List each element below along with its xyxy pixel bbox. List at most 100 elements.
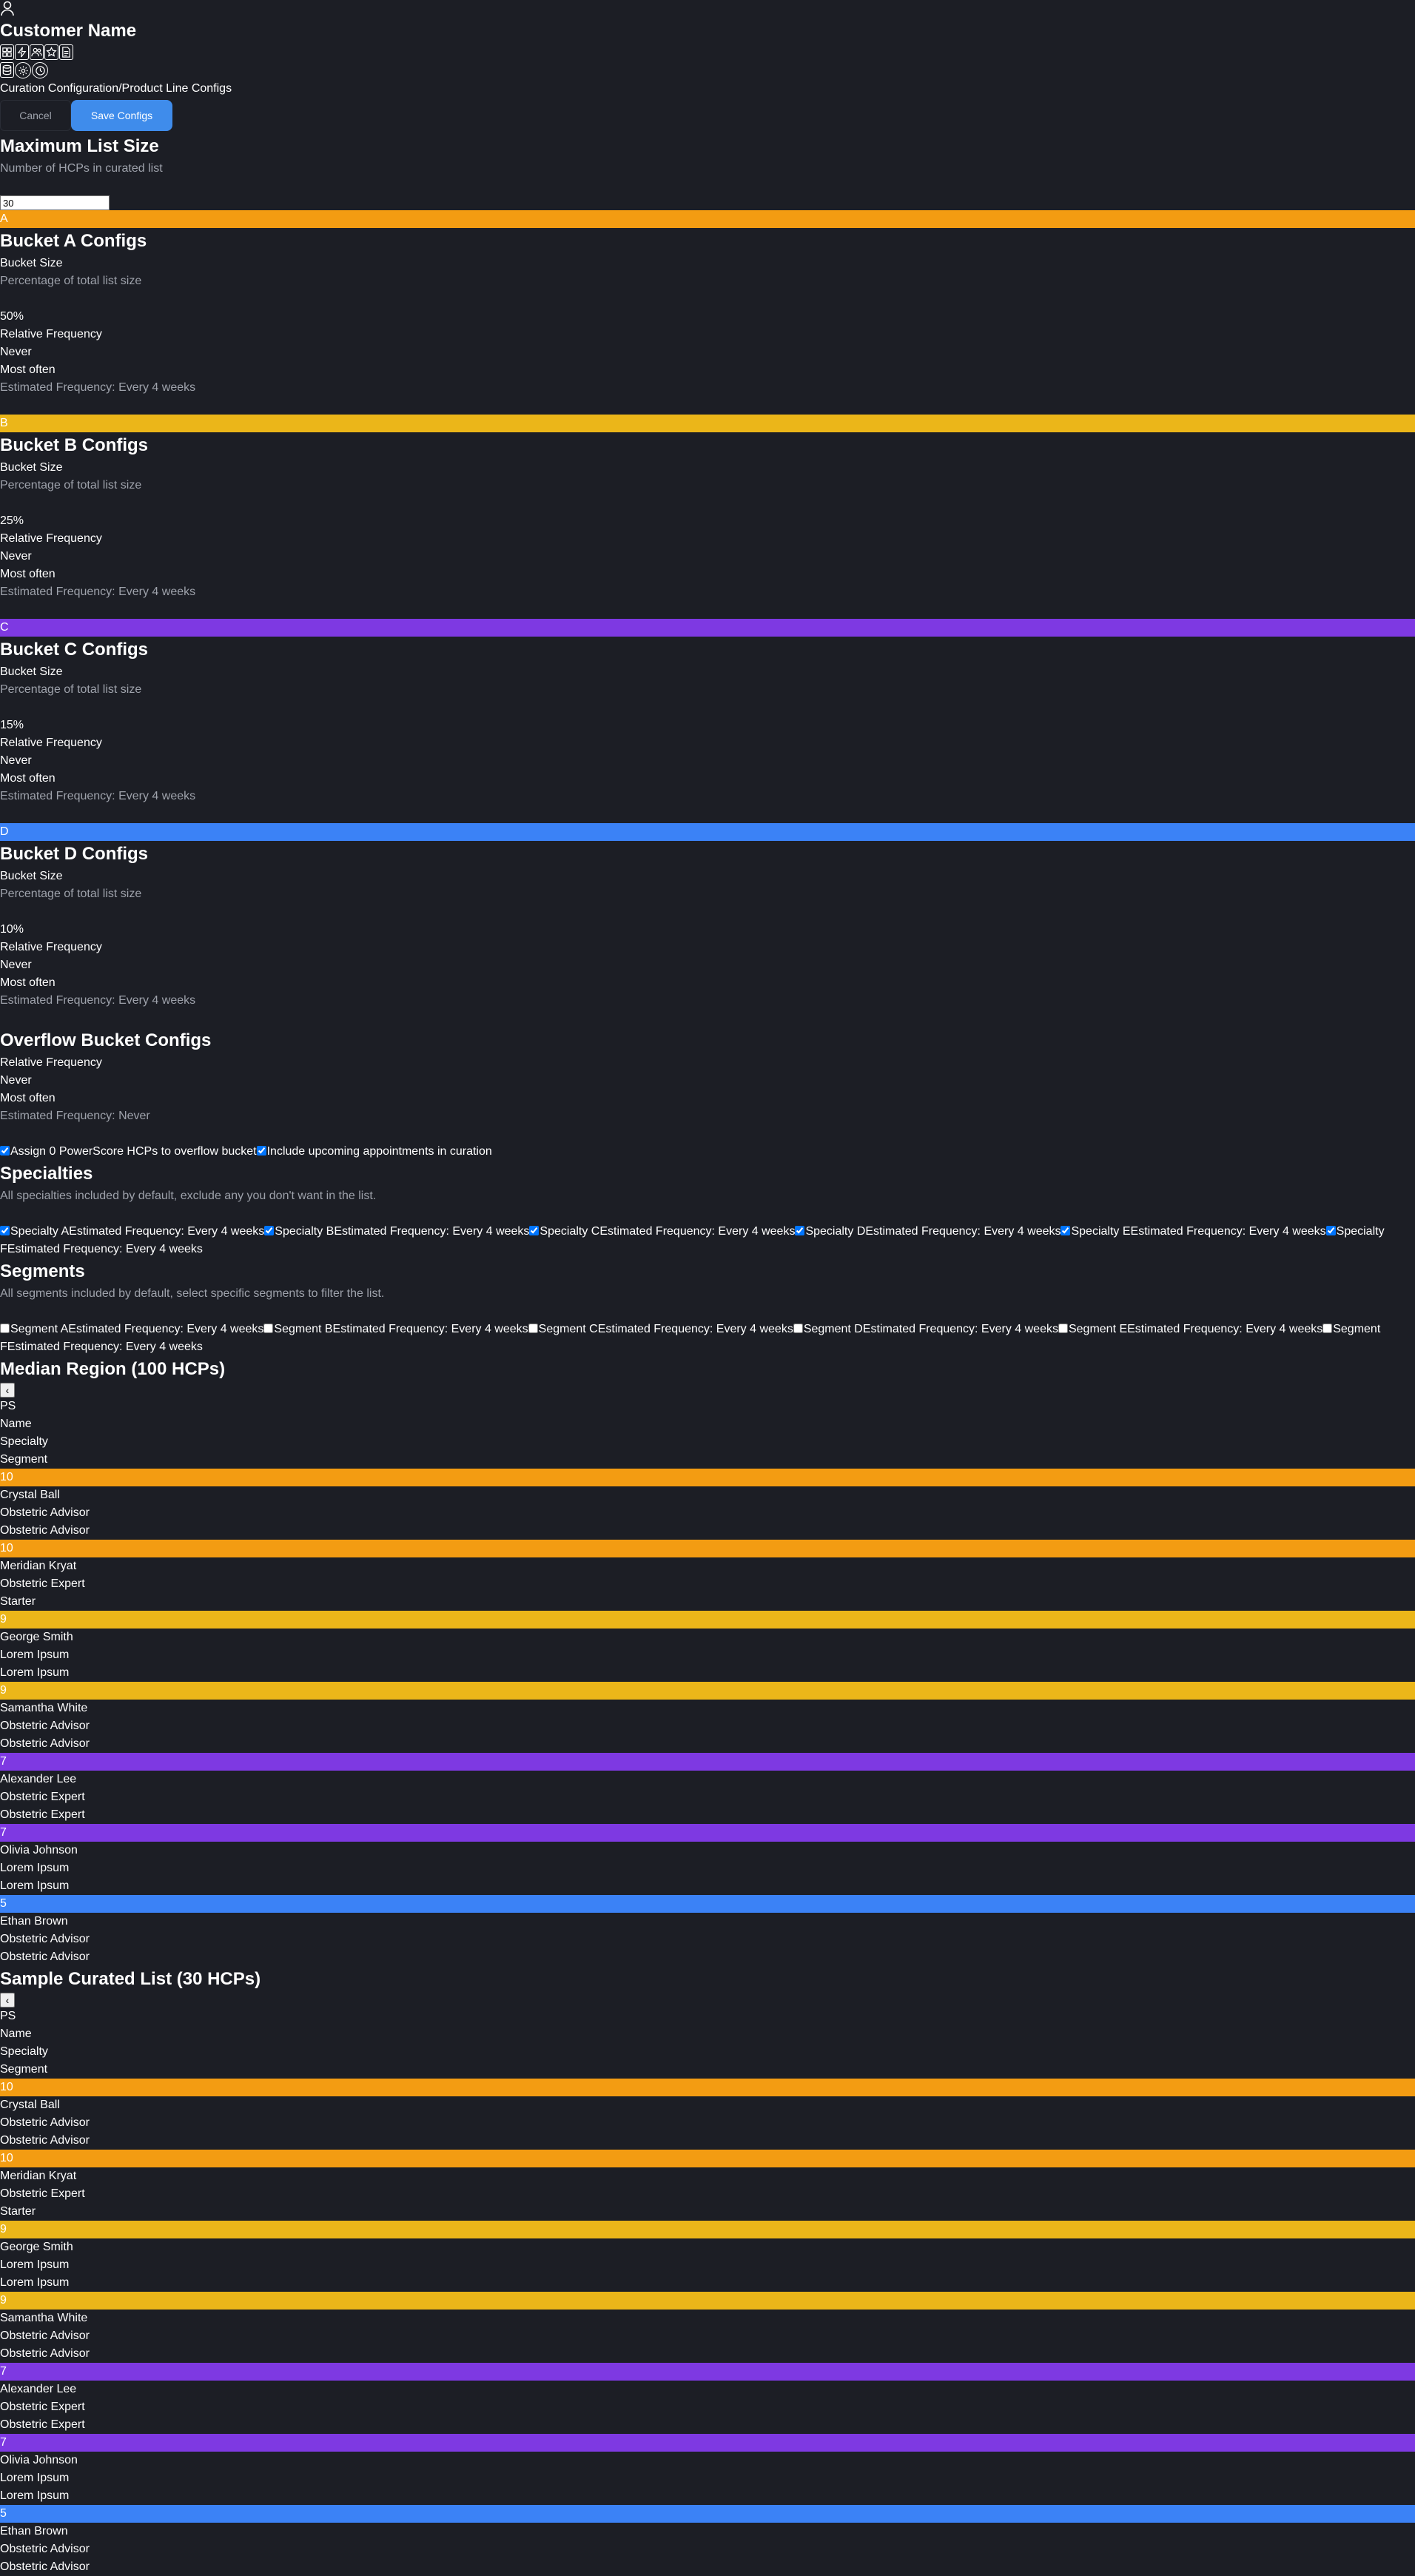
specialty-checkbox[interactable] (529, 1226, 540, 1235)
powerscore-cell: 9 (0, 2292, 1415, 2310)
frequency-never-label[interactable]: Never (0, 548, 1415, 566)
segment-option[interactable]: Segment BEstimated Frequency: Every 4 we… (263, 1323, 528, 1335)
specialty-option[interactable]: Specialty DEstimated Frequency: Every 4 … (795, 1225, 1061, 1238)
collapse-button[interactable]: ‹ (0, 1383, 15, 1398)
table-row[interactable]: 5 Ethan Brown Obstetric Advisor Obstetric A… (0, 1895, 1415, 1966)
assign-zero-powerscore-checkbox[interactable] (0, 1146, 10, 1155)
bucket-size-value[interactable]: 50% (0, 308, 1415, 326)
specialty-option[interactable]: Specialty EEstimated Frequency: Every 4 … (1061, 1225, 1326, 1238)
specialty-option[interactable]: Specialty BEstimated Frequency: Every 4 … (264, 1225, 529, 1238)
bucket-color-bar: C (0, 619, 1415, 637)
table-row[interactable]: 10 Meridian Kryat Obstetric Expert Starter (0, 2150, 1415, 2221)
frequency-never-label[interactable]: Never (0, 752, 1415, 770)
segment-label: Segment A (10, 1323, 69, 1335)
segment-option[interactable]: Segment EEstimated Frequency: Every 4 we… (1058, 1323, 1322, 1335)
table-row[interactable]: 9 Samantha White Obstetric Advisor Obstetri… (0, 2292, 1415, 2363)
frequency-most-often-label[interactable]: Most often (0, 770, 1415, 788)
bucket-title: Bucket D Configs (0, 844, 149, 864)
segment-option[interactable]: Segment AEstimated Frequency: Every 4 we… (0, 1323, 263, 1335)
name-cell: Meridian Kryat (0, 2170, 77, 2182)
segment-checkbox[interactable] (1058, 1324, 1068, 1333)
bucket-size-value[interactable]: 15% (0, 717, 1415, 734)
segment-checkbox[interactable] (528, 1324, 538, 1333)
customer-name: Customer Name (0, 21, 137, 41)
powerscore-cell: 5 (0, 1895, 1415, 1913)
table-row[interactable]: 10 Crystal Ball Obstetric Advisor Obstetric… (0, 2079, 1415, 2150)
nav-icon-row-2 (0, 62, 1415, 80)
table-row[interactable]: 7 Olivia Johnson Lorem Ipsum Lorem Ipsum (0, 1824, 1415, 1895)
table-row[interactable]: 9 Samantha White Obstetric Advisor Obstetri… (0, 1682, 1415, 1753)
segment-option[interactable]: Segment CEstimated Frequency: Every 4 we… (528, 1323, 793, 1335)
specialty-cell: Obstetric Expert (0, 2401, 85, 2413)
assign-zero-powerscore-option[interactable]: Assign 0 PowerScore HCPs to overflow buc… (0, 1145, 257, 1158)
database-icon[interactable] (0, 62, 14, 78)
frequency-never-label[interactable]: Never (0, 956, 1415, 974)
table-row[interactable]: 10 Crystal Ball Obstetric Advisor Obstetric… (0, 1469, 1415, 1540)
save-configs-button[interactable]: Save Configs (71, 100, 172, 131)
cancel-button[interactable]: Cancel (0, 100, 71, 131)
relative-frequency-label: Relative Frequency (0, 328, 102, 341)
bolt-icon[interactable] (15, 44, 29, 60)
overflow-frequency-most-often[interactable]: Most often (0, 1090, 1415, 1107)
specialty-checkbox[interactable] (1325, 1226, 1336, 1235)
settings-icon[interactable] (15, 62, 31, 78)
grid-icon[interactable] (0, 44, 14, 60)
segment-checkbox[interactable] (1322, 1324, 1333, 1333)
user-avatar[interactable] (0, 0, 1415, 18)
specialty-option[interactable]: Specialty AEstimated Frequency: Every 4 … (0, 1225, 264, 1238)
frequency-most-often-label[interactable]: Most often (0, 974, 1415, 992)
specialty-cell: Lorem Ipsum (0, 1862, 70, 1874)
relative-frequency-label: Relative Frequency (0, 941, 102, 953)
powerscore-cell: 9 (0, 1682, 1415, 1700)
overflow-title: Overflow Bucket Configs (0, 1030, 212, 1050)
specialty-cell: Lorem Ipsum (0, 2258, 70, 2271)
bucket-size-value[interactable]: 10% (0, 921, 1415, 939)
frequency-never-label[interactable]: Never (0, 343, 1415, 361)
table-row[interactable]: 7 Alexander Lee Obstetric Expert Obstetric … (0, 1753, 1415, 1824)
collapse-button[interactable]: ‹ (0, 1993, 15, 2008)
powerscore-cell: 7 (0, 2363, 1415, 2381)
hcp-table-section: Median Region (100 HCPs) ‹ PS Name Specialty… (0, 1356, 1415, 1966)
bucket-size-label: Bucket Size (0, 870, 63, 882)
table-title: Sample Curated List (30 HCPs) (0, 1969, 261, 1989)
specialty-cell: Lorem Ipsum (0, 2472, 70, 2484)
table-row[interactable]: 10 Meridian Kryat Obstetric Expert Starter (0, 1540, 1415, 1611)
name-cell: Meridian Kryat (0, 1560, 77, 1572)
table-row[interactable]: 7 Alexander Lee Obstetric Expert Obstetric … (0, 2363, 1415, 2434)
table-row[interactable]: 9 George Smith Lorem Ipsum Lorem Ipsum (0, 2221, 1415, 2292)
table-row[interactable]: 5 Ethan Brown Obstetric Advisor Obstetric A… (0, 2505, 1415, 2576)
users-icon[interactable] (30, 44, 44, 60)
frequency-most-often-label[interactable]: Most often (0, 361, 1415, 379)
chevron-left-icon: ‹ (5, 1994, 10, 2006)
include-appointments-option[interactable]: Include upcoming appointments in curatio… (256, 1145, 492, 1158)
max-list-size-input[interactable] (0, 195, 110, 210)
specialty-checkbox[interactable] (264, 1226, 275, 1235)
segment-option[interactable]: Segment DEstimated Frequency: Every 4 we… (793, 1323, 1058, 1335)
hcp-table-section: Sample Curated List (30 HCPs) ‹ PS Name Spec… (0, 1966, 1415, 2576)
specialty-checkbox[interactable] (1061, 1226, 1071, 1235)
specialty-checkbox[interactable] (795, 1226, 805, 1235)
bucket-size-value[interactable]: 25% (0, 512, 1415, 530)
include-appointments-checkbox[interactable] (256, 1146, 266, 1155)
segments-hint: All segments included by default, select… (0, 1287, 385, 1300)
specialty-label: Specialty A (10, 1225, 70, 1238)
star-icon[interactable] (44, 44, 58, 60)
specialty-cell: Obstetric Advisor (0, 1933, 90, 1945)
max-list-size-title: Maximum List Size (0, 136, 159, 156)
specialty-option[interactable]: Specialty CEstimated Frequency: Every 4 … (529, 1225, 795, 1238)
segment-checkbox[interactable] (0, 1324, 10, 1333)
table-row[interactable]: 7 Olivia Johnson Lorem Ipsum Lorem Ipsum (0, 2434, 1415, 2505)
user-icon (1, 1, 14, 16)
document-icon[interactable] (59, 44, 73, 60)
frequency-most-often-label[interactable]: Most often (0, 566, 1415, 583)
specialties-list: Specialty AEstimated Frequency: Every 4 … (0, 1223, 1415, 1258)
segment-checkbox[interactable] (793, 1324, 803, 1333)
specialty-checkbox[interactable] (0, 1226, 10, 1235)
table-row[interactable]: 9 George Smith Lorem Ipsum Lorem Ipsum (0, 1611, 1415, 1682)
chevron-left-icon: ‹ (5, 1384, 10, 1396)
clock-icon[interactable] (32, 62, 48, 78)
overflow-frequency-never[interactable]: Never (0, 1072, 1415, 1090)
segment-checkbox[interactable] (263, 1324, 274, 1333)
